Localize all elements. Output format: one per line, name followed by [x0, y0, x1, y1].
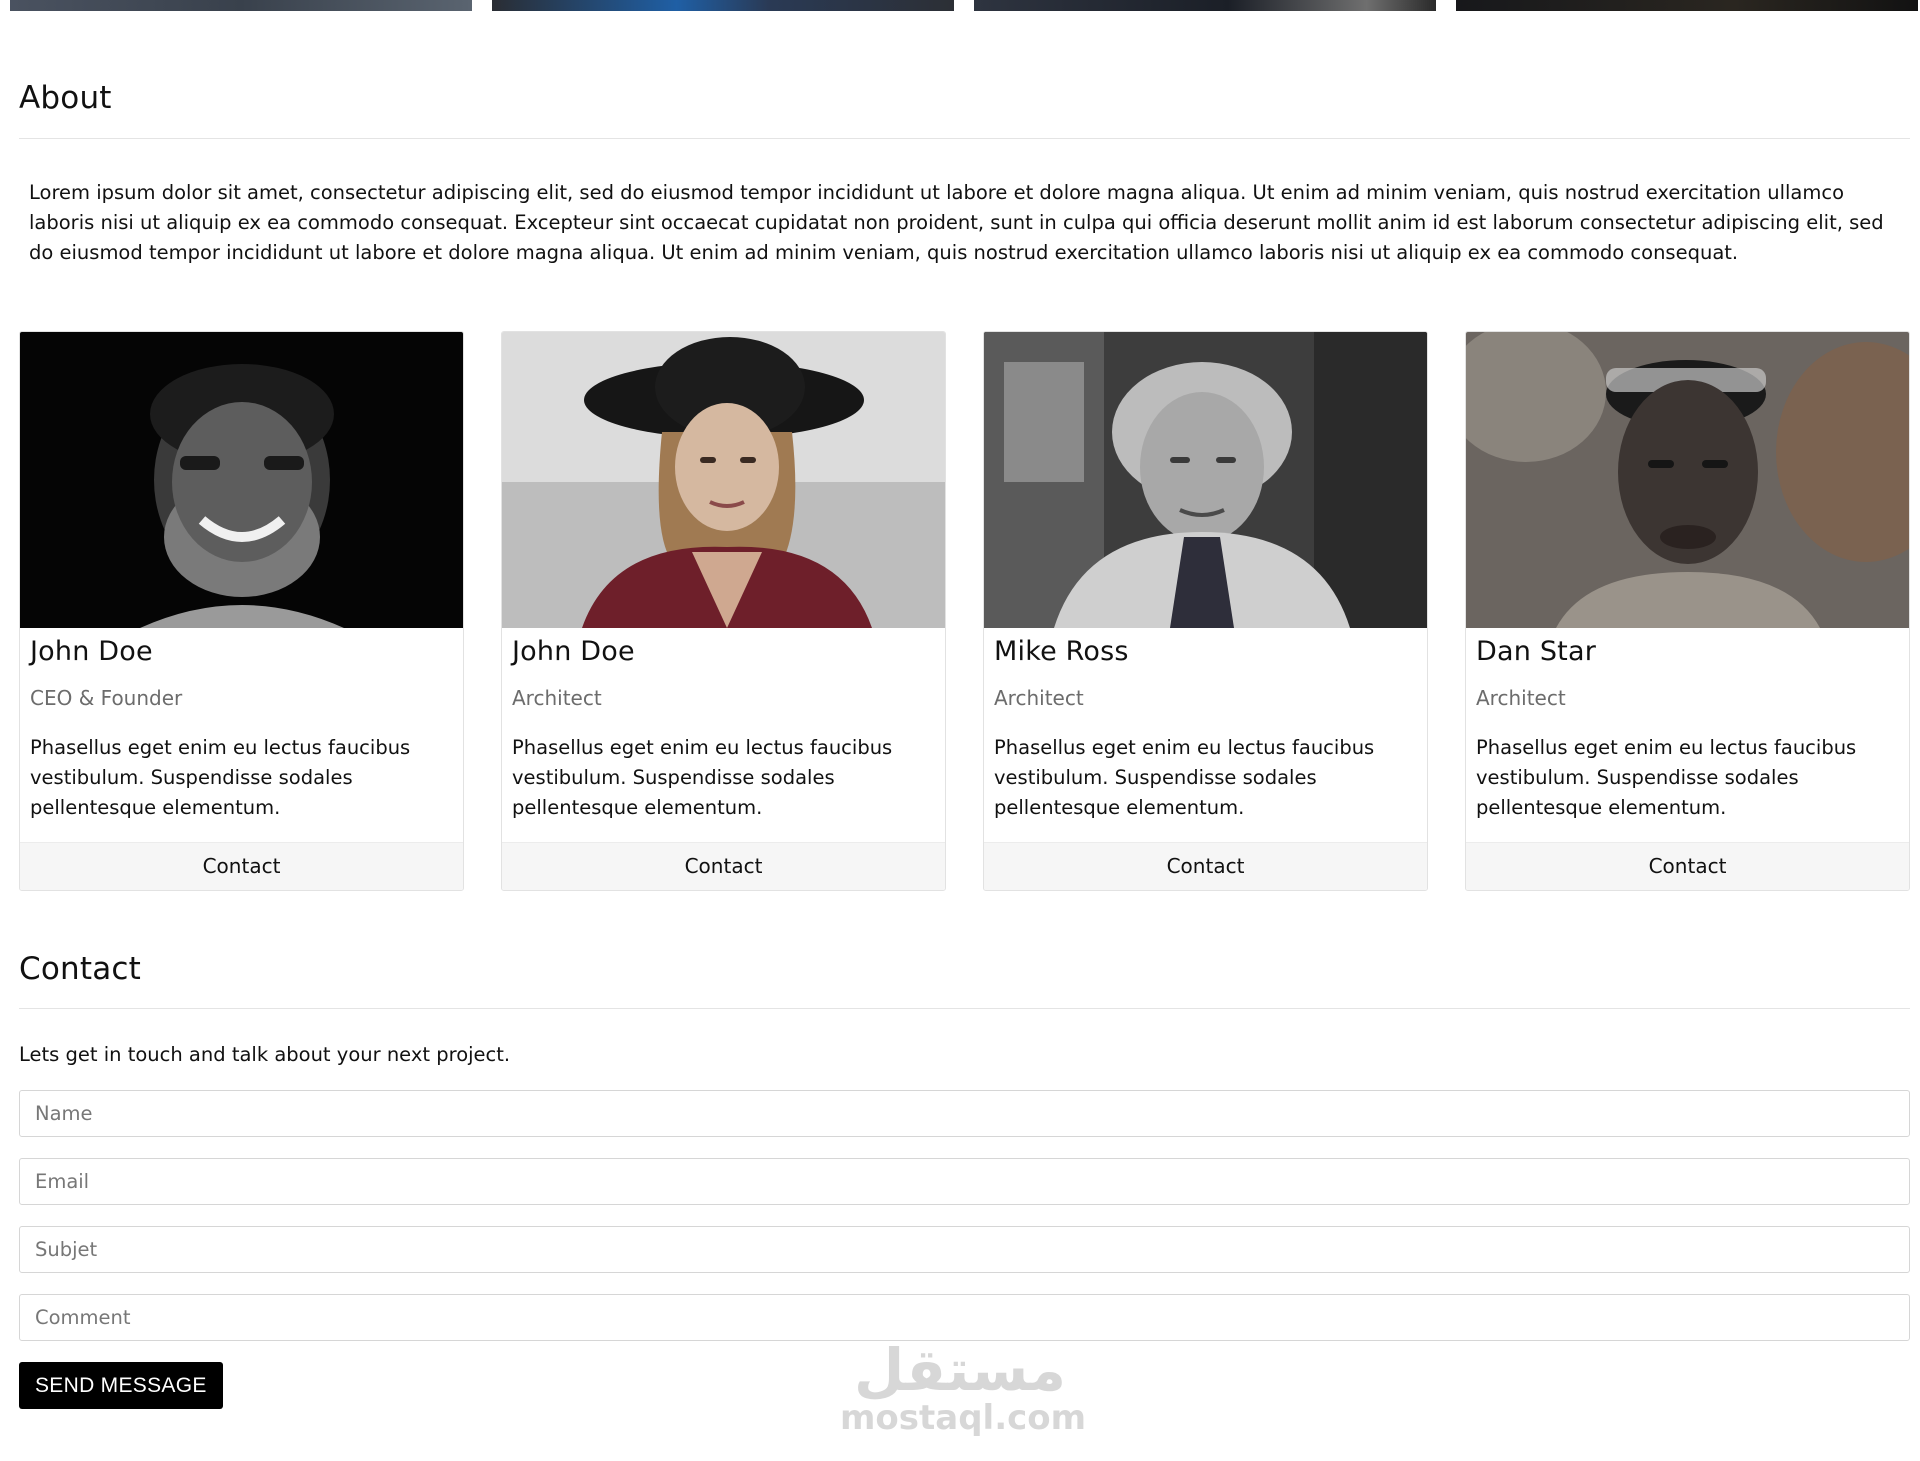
team-member-description: Phasellus eget enim eu lectus faucibus v… [1476, 736, 1857, 819]
team-card: John Doe CEO & Founder Phasellus eget en… [19, 331, 464, 891]
team-member-name: John Doe [30, 636, 153, 667]
project-image[interactable] [1456, 0, 1918, 11]
team-card: John Doe Architect Phasellus eget enim e… [501, 331, 946, 891]
project-image[interactable] [974, 0, 1436, 11]
team-card: Mike Ross Architect Phasellus eget enim … [983, 331, 1428, 891]
about-text: Lorem ipsum dolor sit amet, consectetur … [29, 181, 1884, 264]
team-member-description: Phasellus eget enim eu lectus faucibus v… [30, 736, 411, 819]
team-member-photo [20, 332, 463, 628]
team-member-role: Architect [1476, 686, 1566, 710]
project-image[interactable] [10, 0, 472, 11]
team-card: Dan Star Architect Phasellus eget enim e… [1465, 331, 1910, 891]
watermark-arabic: مستقل [853, 1336, 1067, 1404]
team-member-photo [984, 332, 1427, 628]
contact-intro-text: Lets get in touch and talk about your ne… [19, 1043, 511, 1066]
page: About Lorem ipsum dolor sit amet, consec… [0, 0, 1920, 1461]
team-member-role: Architect [994, 686, 1084, 710]
contact-button[interactable]: Contact [502, 842, 945, 890]
about-heading: About [19, 80, 112, 116]
contact-button[interactable]: Contact [1466, 842, 1909, 890]
comment-input[interactable] [19, 1294, 1910, 1341]
send-message-button[interactable]: SEND MESSAGE [19, 1362, 223, 1409]
name-input[interactable] [19, 1090, 1910, 1137]
project-image-strip [0, 0, 1920, 11]
about-divider [19, 138, 1910, 139]
team-member-name: John Doe [512, 636, 635, 667]
watermark-latin: mostaql.com [840, 1398, 1087, 1438]
team-member-photo [502, 332, 945, 628]
contact-button[interactable]: Contact [20, 842, 463, 890]
team-member-photo [1466, 332, 1909, 628]
project-image[interactable] [492, 0, 954, 11]
email-input[interactable] [19, 1158, 1910, 1205]
team-member-name: Mike Ross [994, 636, 1129, 667]
subject-input[interactable] [19, 1226, 1910, 1273]
contact-button[interactable]: Contact [984, 842, 1427, 890]
watermark-logo: مستقل mostaql.com [840, 1336, 1087, 1440]
team-cards: John Doe CEO & Founder Phasellus eget en… [19, 331, 1910, 891]
team-member-role: CEO & Founder [30, 686, 183, 710]
team-member-role: Architect [512, 686, 602, 710]
team-member-description: Phasellus eget enim eu lectus faucibus v… [994, 736, 1375, 819]
contact-divider [19, 1008, 1910, 1009]
team-member-description: Phasellus eget enim eu lectus faucibus v… [512, 736, 893, 819]
team-member-name: Dan Star [1476, 636, 1597, 667]
contact-heading: Contact [19, 951, 142, 987]
